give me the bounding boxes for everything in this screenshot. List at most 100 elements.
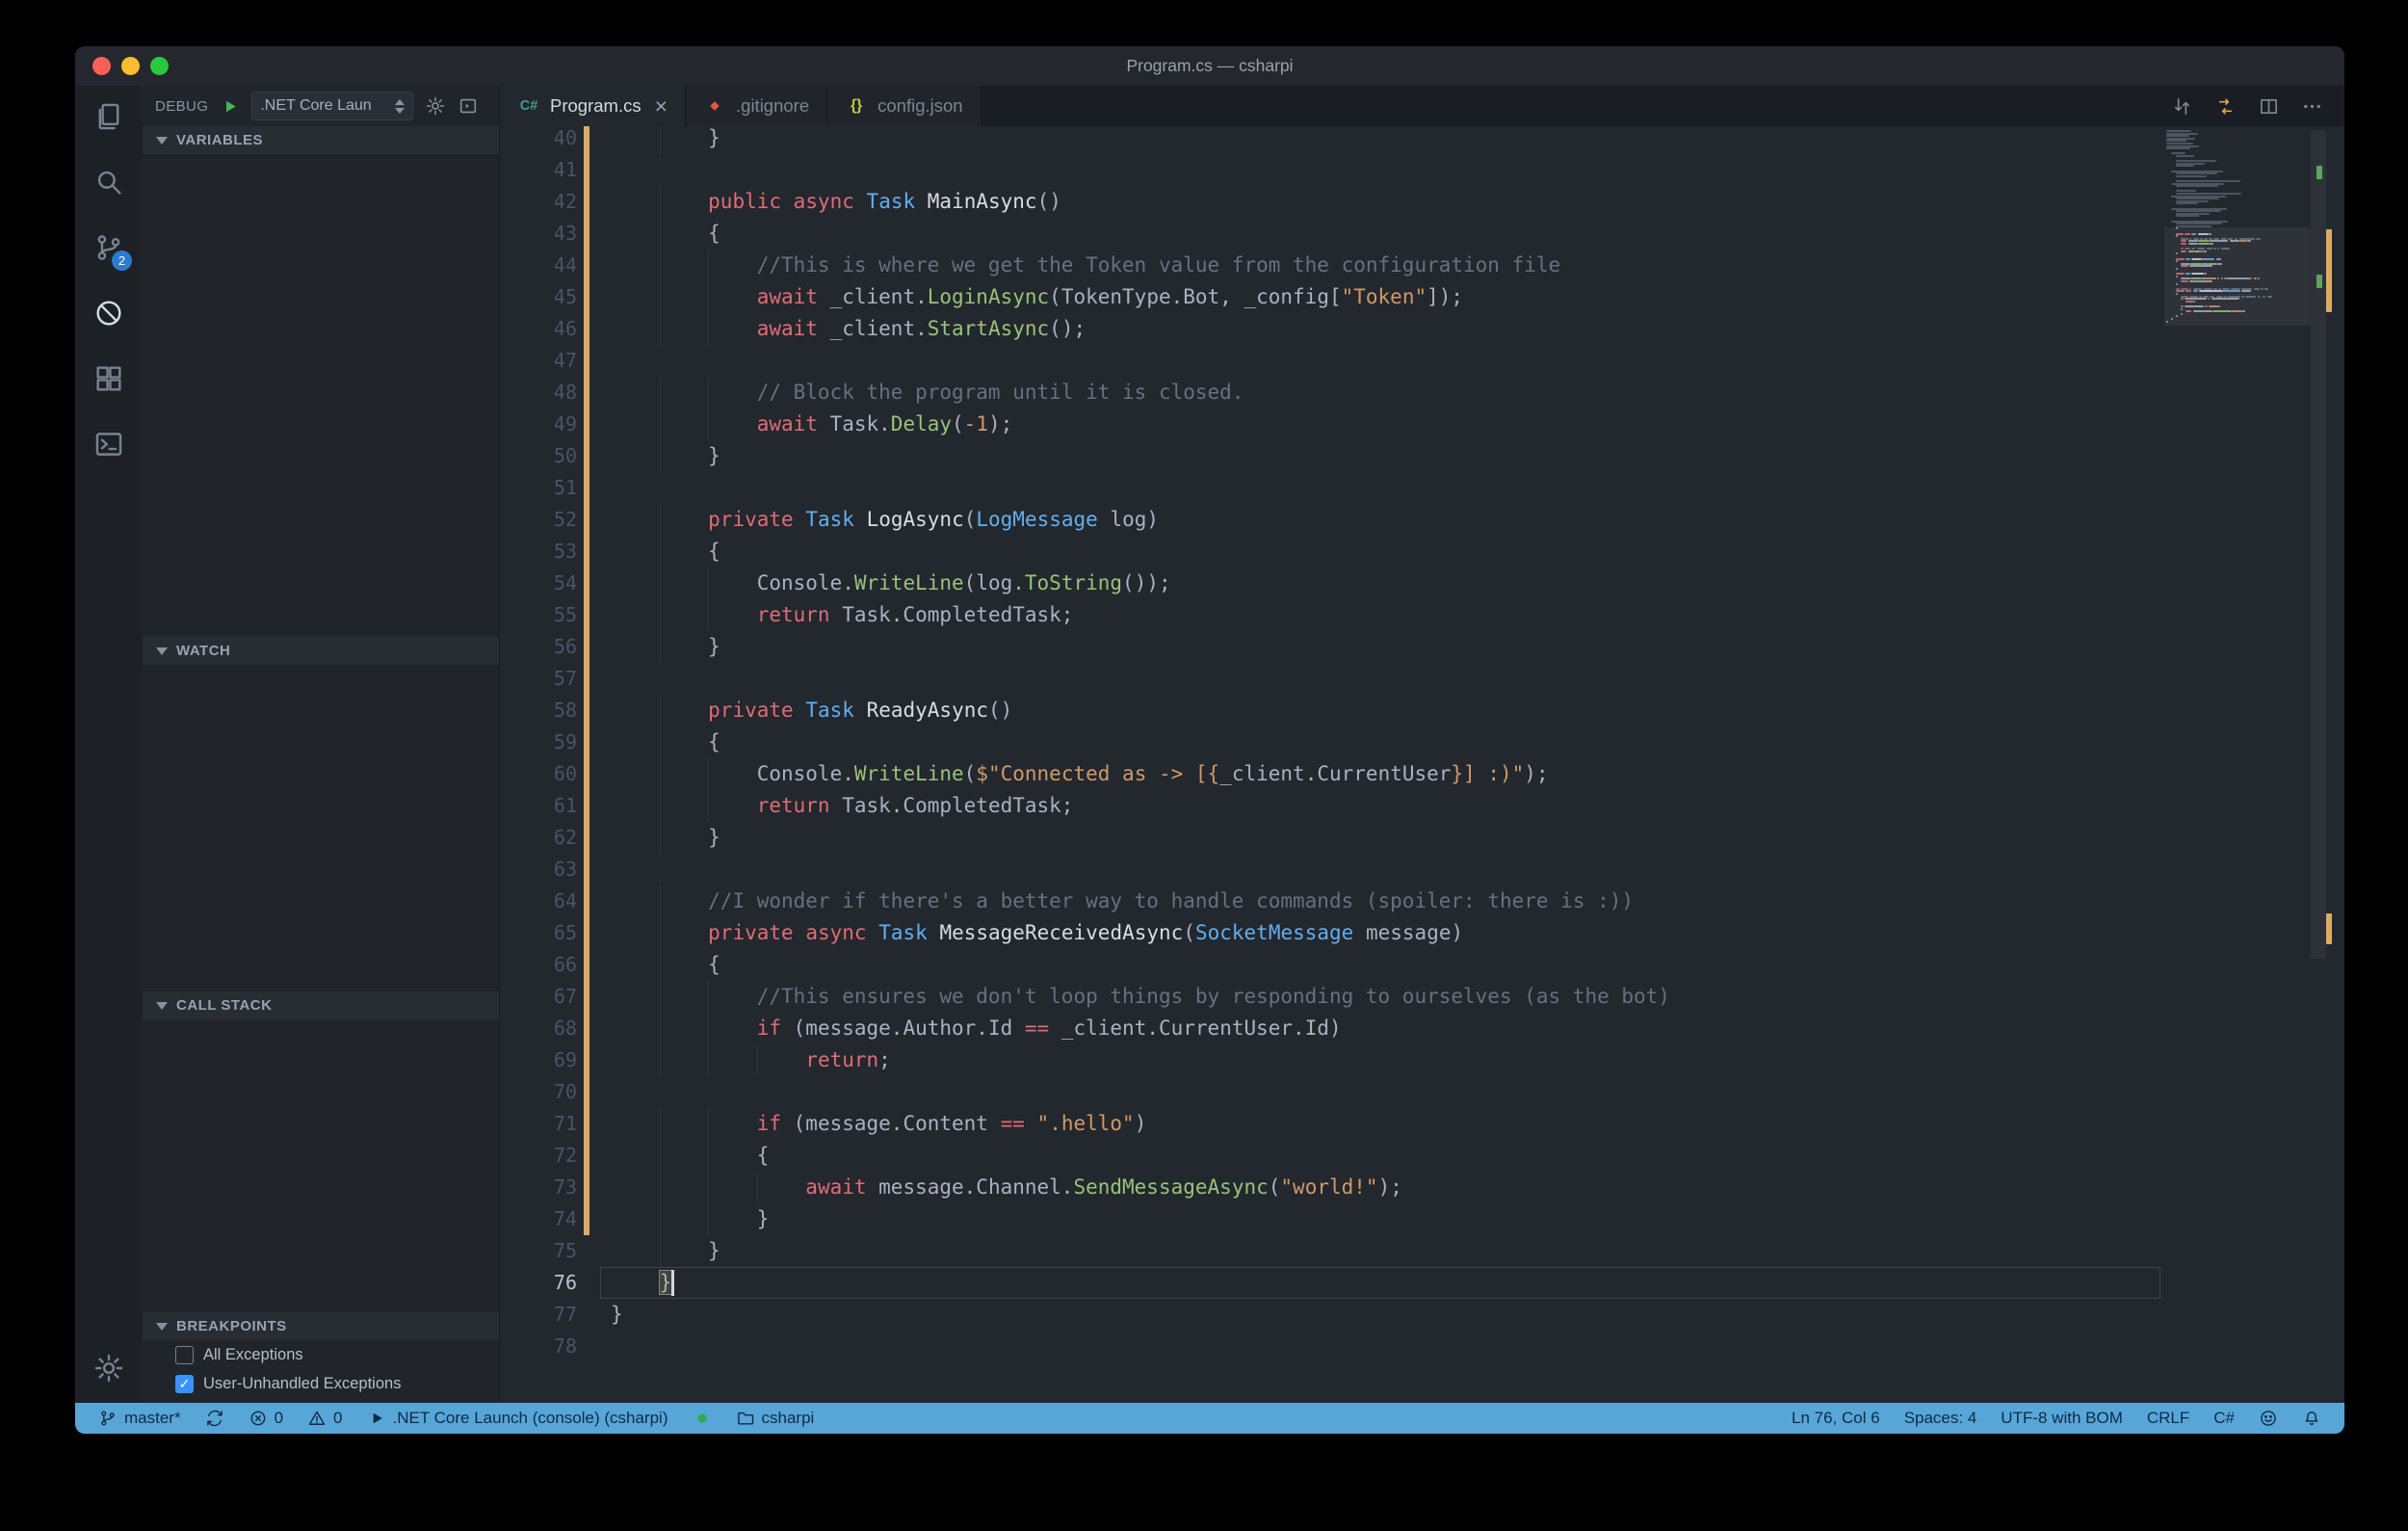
code-line-56[interactable]: 56 } (500, 631, 2344, 663)
code-line-58[interactable]: 58 private Task ReadyAsync() (500, 695, 2344, 726)
split-editor-icon[interactable] (2258, 95, 2280, 118)
activity-item-debug[interactable] (86, 290, 132, 336)
tab-config-json[interactable]: {}config.json (827, 86, 981, 126)
code-line-59[interactable]: 59 { (500, 726, 2344, 758)
code-line-63[interactable]: 63 (500, 854, 2344, 885)
open-changes-icon[interactable] (2214, 95, 2237, 118)
code-line-64[interactable]: 64 //I wonder if there's a better way to… (500, 885, 2344, 917)
tab--gitignore[interactable]: .gitignore (686, 86, 827, 126)
status-encoding[interactable]: UTF-8 with BOM (2001, 1403, 2123, 1434)
code-line-67[interactable]: 67 //This ensures we don't loop things b… (500, 981, 2344, 1013)
code-line-68[interactable]: 68 if (message.Author.Id == _client.Curr… (500, 1013, 2344, 1044)
editor-scrollbar[interactable] (2311, 130, 2326, 959)
activity-item-source-control[interactable]: 2 (86, 224, 132, 271)
open-debug-console-icon[interactable] (458, 95, 479, 117)
code-line-73[interactable]: 73 await message.Channel.SendMessageAsyn… (500, 1172, 2344, 1203)
code-line-49[interactable]: 49 await Task.Delay(-1); (500, 409, 2344, 440)
code-line-45[interactable]: 45 await _client.LoginAsync(TokenType.Bo… (500, 281, 2344, 313)
breakpoint-option[interactable]: ✓User-Unhandled Exceptions (143, 1369, 499, 1398)
status-live-status[interactable] (693, 1403, 712, 1434)
code-line-75[interactable]: 75 } (500, 1235, 2344, 1267)
status-indentation[interactable]: Spaces: 4 (1904, 1403, 1977, 1434)
code-text: } (611, 1207, 769, 1230)
status-text: CRLF (2147, 1409, 2189, 1428)
close-window-button[interactable] (92, 57, 111, 75)
line-number: 61 (500, 790, 577, 822)
code-line-71[interactable]: 71 if (message.Content == ".hello") (500, 1108, 2344, 1140)
line-number: 56 (500, 631, 577, 663)
code-line-65[interactable]: 65 private async Task MessageReceivedAsy… (500, 917, 2344, 949)
code-line-66[interactable]: 66 { (500, 949, 2344, 981)
code-line-57[interactable]: 57 (500, 663, 2344, 695)
configure-launch-gear-icon[interactable] (425, 95, 446, 117)
status-cursor-position[interactable]: Ln 76, Col 6 (1792, 1403, 1880, 1434)
minimize-window-button[interactable] (121, 57, 140, 75)
sync-changes-icon[interactable] (2171, 95, 2193, 118)
checkbox[interactable] (175, 1346, 194, 1364)
activity-item-search[interactable] (86, 159, 132, 205)
code-line-44[interactable]: 44 //This is where we get the Token valu… (500, 250, 2344, 281)
code-line-48[interactable]: 48 // Block the program until it is clos… (500, 377, 2344, 409)
tab-program-cs[interactable]: C#Program.cs× (500, 86, 686, 126)
status-eol[interactable]: CRLF (2147, 1403, 2189, 1434)
debug-view-label: DEBUG (155, 98, 208, 115)
indent-guide (660, 822, 661, 854)
code-line-50[interactable]: 50 } (500, 440, 2344, 472)
code-line-76[interactable]: 76 } (500, 1267, 2344, 1299)
status-feedback[interactable] (2259, 1403, 2278, 1434)
section-header-breakpoints[interactable]: BREAKPOINTS (143, 1312, 499, 1340)
status-errors[interactable]: 0 (249, 1403, 283, 1434)
code-line-61[interactable]: 61 return Task.CompletedTask; (500, 790, 2344, 822)
code-line-40[interactable]: 40 } (500, 126, 2344, 154)
status-notifications[interactable] (2302, 1403, 2321, 1434)
code-line-54[interactable]: 54 Console.WriteLine(log.ToString()); (500, 568, 2344, 599)
code-text: private Task LogAsync(LogMessage log) (611, 508, 1159, 531)
status-language-mode[interactable]: C# (2213, 1403, 2235, 1434)
code-line-74[interactable]: 74 } (500, 1203, 2344, 1235)
code-line-62[interactable]: 62 } (500, 822, 2344, 854)
code-editor[interactable]: 40 }4142 public async Task MainAsync()43… (500, 126, 2344, 1403)
checkbox[interactable]: ✓ (175, 1375, 194, 1393)
sync-icon (205, 1409, 224, 1428)
code-line-47[interactable]: 47 (500, 345, 2344, 377)
section-header-call-stack[interactable]: CALL STACK (143, 991, 499, 1019)
breakpoint-option[interactable]: All Exceptions (143, 1340, 499, 1369)
status-workspace[interactable]: csharpi (736, 1403, 815, 1434)
debug-config-select[interactable]: .NET Core Laun (251, 92, 413, 120)
code-line-69[interactable]: 69 return; (500, 1044, 2344, 1076)
minimap[interactable] (2166, 130, 2309, 334)
title-bar[interactable]: Program.cs — csharpi (75, 46, 2344, 86)
activity-item-extensions[interactable] (86, 356, 132, 402)
section-header-watch[interactable]: WATCH (143, 637, 499, 665)
code-line-52[interactable]: 52 private Task LogAsync(LogMessage log) (500, 504, 2344, 536)
line-number: 71 (500, 1108, 577, 1140)
code-line-41[interactable]: 41 (500, 154, 2344, 186)
code-line-55[interactable]: 55 return Task.CompletedTask; (500, 599, 2344, 631)
minimap-slider[interactable] (2164, 227, 2311, 325)
code-line-70[interactable]: 70 (500, 1076, 2344, 1108)
activity-item-explorer[interactable] (86, 93, 132, 140)
status-git-branch[interactable]: master* (98, 1403, 181, 1434)
code-line-78[interactable]: 78 (500, 1331, 2344, 1362)
code-line-77[interactable]: 77} (500, 1299, 2344, 1331)
line-number: 74 (500, 1203, 577, 1235)
activity-item-settings[interactable] (86, 1345, 132, 1391)
more-actions-icon[interactable] (2301, 95, 2323, 118)
code-line-60[interactable]: 60 Console.WriteLine($"Connected as -> [… (500, 758, 2344, 790)
status-warnings[interactable]: 0 (307, 1403, 342, 1434)
indent-guide (660, 218, 661, 250)
zoom-window-button[interactable] (150, 57, 169, 75)
code-line-72[interactable]: 72 { (500, 1140, 2344, 1172)
code-line-53[interactable]: 53 { (500, 536, 2344, 568)
code-line-46[interactable]: 46 await _client.StartAsync(); (500, 313, 2344, 345)
section-header-variables[interactable]: VARIABLES (143, 126, 499, 154)
code-line-51[interactable]: 51 (500, 472, 2344, 504)
activity-item-terminal[interactable] (86, 421, 132, 467)
status-sync[interactable] (205, 1403, 224, 1434)
code-line-42[interactable]: 42 public async Task MainAsync() (500, 186, 2344, 218)
status-debug-target[interactable]: .NET Core Launch (console) (csharpi) (367, 1403, 668, 1434)
start-debugging-button[interactable] (220, 96, 240, 117)
close-tab-icon[interactable]: × (655, 95, 667, 118)
warning-icon (307, 1409, 327, 1428)
code-line-43[interactable]: 43 { (500, 218, 2344, 250)
